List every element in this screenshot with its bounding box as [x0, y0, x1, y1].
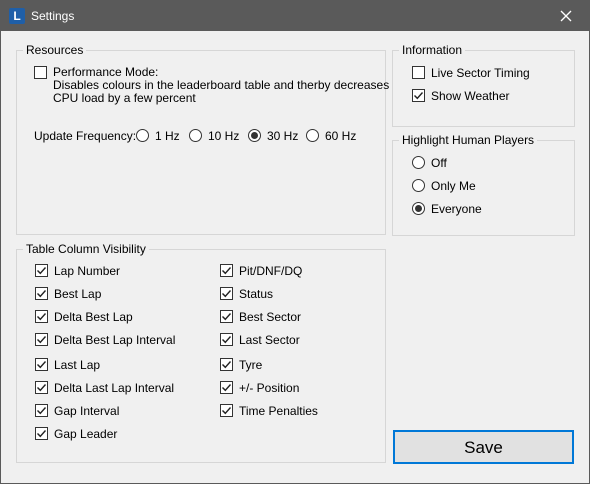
column-checkbox-label: Gap Leader — [54, 427, 118, 441]
checkmark-icon — [414, 92, 424, 100]
resources-legend: Resources — [23, 43, 87, 57]
freq-label-10hz: 10 Hz — [208, 129, 240, 143]
column-checkbox-label: Last Sector — [239, 333, 300, 347]
freq-radio-10hz[interactable] — [189, 129, 202, 142]
checkmark-icon — [222, 267, 232, 275]
column-checkbox-label: Gap Interval — [54, 404, 120, 418]
window-title: Settings — [31, 9, 75, 23]
radio-selected-dot — [251, 132, 258, 139]
performance-mode-description-line2: CPU load by a few percent — [53, 91, 196, 105]
checkmark-icon — [222, 336, 232, 344]
performance-mode-label: Performance Mode: — [53, 65, 159, 79]
close-button[interactable] — [543, 1, 589, 31]
checkmark-icon — [37, 313, 47, 321]
checkmark-icon — [222, 384, 232, 392]
app-logo-icon: L — [9, 8, 25, 24]
performance-mode-checkbox[interactable] — [34, 66, 47, 79]
checkmark-icon — [37, 267, 47, 275]
column-checkbox[interactable] — [35, 310, 48, 323]
highlight-radio-everyone[interactable] — [412, 202, 425, 215]
radio-selected-dot — [415, 205, 422, 212]
column-checkbox-label: Lap Number — [54, 264, 121, 278]
update-frequency-label: Update Frequency: — [34, 129, 137, 143]
checkmark-icon — [37, 407, 47, 415]
column-checkbox[interactable] — [35, 264, 48, 277]
column-checkbox[interactable] — [220, 333, 233, 346]
column-checkbox[interactable] — [35, 404, 48, 417]
checkmark-icon — [222, 290, 232, 298]
checkmark-icon — [37, 336, 47, 344]
highlight-label-only-me: Only Me — [431, 179, 476, 193]
column-checkbox-label: +/- Position — [239, 381, 300, 395]
column-checkbox[interactable] — [220, 310, 233, 323]
column-checkbox[interactable] — [220, 404, 233, 417]
highlight-radio-off[interactable] — [412, 156, 425, 169]
performance-mode-description-line1: Disables colours in the leaderboard tabl… — [53, 78, 390, 92]
freq-radio-60hz[interactable] — [306, 129, 319, 142]
highlight-legend: Highlight Human Players — [399, 133, 538, 147]
title-bar[interactable]: L Settings — [1, 1, 589, 31]
live-sector-timing-checkbox[interactable] — [412, 66, 425, 79]
checkmark-icon — [37, 290, 47, 298]
column-checkbox-label: Last Lap — [54, 358, 101, 372]
checkmark-icon — [37, 384, 47, 392]
column-checkbox-label: Best Sector — [239, 310, 302, 324]
column-checkbox[interactable] — [35, 287, 48, 300]
checkmark-icon — [222, 407, 232, 415]
column-checkbox[interactable] — [220, 381, 233, 394]
column-checkbox-label: Delta Best Lap Interval — [54, 333, 176, 347]
show-weather-checkbox[interactable] — [412, 89, 425, 102]
save-button[interactable]: Save — [393, 430, 574, 464]
column-checkbox[interactable] — [35, 333, 48, 346]
column-checkbox[interactable] — [220, 264, 233, 277]
checkmark-icon — [37, 430, 47, 438]
checkmark-icon — [222, 361, 232, 369]
column-checkbox[interactable] — [35, 427, 48, 440]
column-checkbox[interactable] — [35, 381, 48, 394]
show-weather-label: Show Weather — [431, 89, 510, 103]
column-checkbox-label: Pit/DNF/DQ — [239, 264, 303, 278]
column-checkbox-label: Delta Last Lap Interval — [54, 381, 175, 395]
column-checkbox-label: Tyre — [239, 358, 263, 372]
column-checkbox-label: Status — [239, 287, 274, 301]
freq-label-60hz: 60 Hz — [325, 129, 357, 143]
highlight-label-off: Off — [431, 156, 447, 170]
checkmark-icon — [37, 361, 47, 369]
freq-label-1hz: 1 Hz — [155, 129, 180, 143]
column-checkbox-label: Time Penalties — [239, 404, 318, 418]
column-checkbox[interactable] — [220, 358, 233, 371]
freq-radio-30hz[interactable] — [248, 129, 261, 142]
highlight-label-everyone: Everyone — [431, 202, 482, 216]
freq-label-30hz: 30 Hz — [267, 129, 299, 143]
information-legend: Information — [399, 43, 466, 57]
column-checkbox[interactable] — [220, 287, 233, 300]
freq-radio-1hz[interactable] — [136, 129, 149, 142]
column-checkbox-label: Best Lap — [54, 287, 102, 301]
column-visibility-legend: Table Column Visibility — [23, 242, 149, 256]
settings-window: L Settings Resources Performance Mode: D… — [0, 0, 590, 484]
column-checkbox[interactable] — [35, 358, 48, 371]
checkmark-icon — [222, 313, 232, 321]
live-sector-timing-label: Live Sector Timing — [431, 66, 530, 80]
column-checkbox-label: Delta Best Lap — [54, 310, 133, 324]
highlight-radio-only-me[interactable] — [412, 179, 425, 192]
close-icon — [560, 10, 572, 22]
